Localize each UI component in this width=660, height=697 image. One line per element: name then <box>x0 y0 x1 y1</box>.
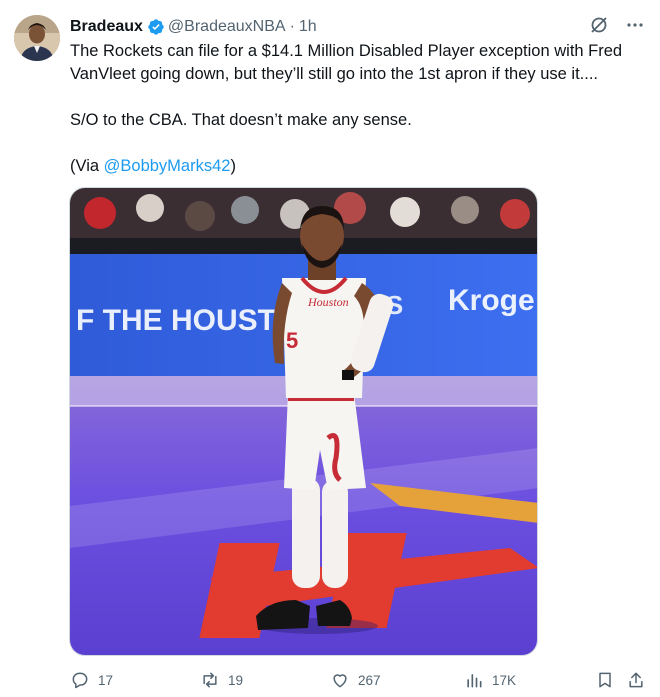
court-letter: H <box>370 538 435 638</box>
repost-button[interactable]: 19 <box>200 670 243 690</box>
tweet-card[interactable]: Bradeaux @BradeauxNBA · 1h The Rockets c… <box>0 0 660 697</box>
repost-icon <box>203 672 217 688</box>
jersey-number: 5 <box>286 328 298 353</box>
author-handle[interactable]: @BradeauxNBA <box>168 18 286 36</box>
reply-button[interactable]: 17 <box>70 670 113 690</box>
share-icon <box>629 672 643 688</box>
timestamp[interactable]: 1h <box>299 18 317 36</box>
views-chart-icon <box>467 674 482 688</box>
reply-icon <box>72 672 88 689</box>
repost-count: 19 <box>228 672 244 688</box>
bookmark-button[interactable] <box>595 670 615 690</box>
verified-badge-icon <box>148 19 164 35</box>
more-options-icon[interactable] <box>624 14 646 36</box>
mention-link[interactable]: @BobbyMarks42 <box>104 157 231 175</box>
tweet-header: Bradeaux @BradeauxNBA · 1h <box>70 17 317 37</box>
grok-icon[interactable] <box>588 14 610 36</box>
player-photo-illustration: F THE HOUSTON TS Kroge H <box>70 188 537 655</box>
header-actions <box>588 14 646 36</box>
tweet-text: The Rockets can file for a $14.1 Million… <box>70 40 646 178</box>
avatar[interactable] <box>14 15 60 61</box>
views-count: 17K <box>492 672 517 688</box>
like-button[interactable]: 267 <box>330 670 381 690</box>
via-suffix: ) <box>230 157 236 175</box>
bookmark-icon <box>599 672 611 688</box>
jersey-team: Houston <box>307 295 349 309</box>
views-button[interactable]: 17K <box>464 670 516 690</box>
like-count: 267 <box>358 672 381 688</box>
tweet-paragraph-1: The Rockets can file for a $14.1 Million… <box>70 42 623 83</box>
author-name[interactable]: Bradeaux <box>70 18 143 36</box>
tweet-paragraph-3: (Via @BobbyMarks42) <box>70 155 646 178</box>
tweet-actions: 17 19 267 17K <box>70 670 646 692</box>
reply-count: 17 <box>98 672 114 688</box>
tweet-photo[interactable]: F THE HOUSTON TS Kroge H <box>69 187 538 656</box>
separator-dot: · <box>289 18 295 35</box>
heart-icon <box>333 674 347 688</box>
share-button[interactable] <box>626 670 646 690</box>
sponsor-logo: Kroge <box>448 284 535 317</box>
tweet-paragraph-2: S/O to the CBA. That doesn’t make any se… <box>70 111 412 129</box>
via-prefix: (Via <box>70 157 104 175</box>
